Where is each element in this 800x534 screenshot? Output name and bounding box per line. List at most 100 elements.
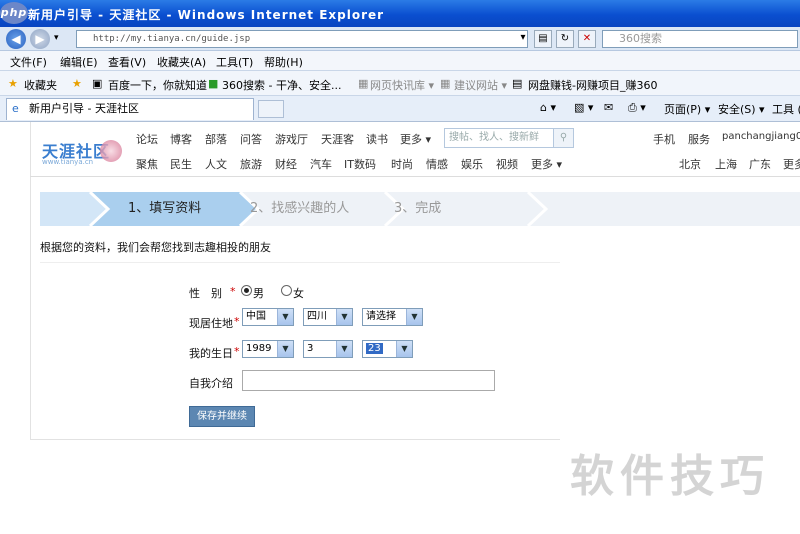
title-bar: php 新用户引导 - 天涯社区 - Windows Internet Expl… [0, 0, 800, 27]
gender-male-radio[interactable] [241, 285, 252, 296]
save-continue-button[interactable]: 保存并继续 [189, 406, 255, 427]
nav-video[interactable]: 视频 [496, 156, 518, 172]
step-2: 2、找感兴趣的人 [250, 201, 350, 216]
add-favorite-icon[interactable]: ★ [72, 77, 82, 90]
tools-menu[interactable]: 工具 (O) ▾ [772, 101, 800, 117]
address-dropdown-icon[interactable]: ▾ [514, 30, 532, 48]
tab-title: 新用户引导 - 天涯社区 [29, 102, 139, 115]
back-icon[interactable]: ◀ [6, 29, 26, 49]
nav-blog[interactable]: 博客 [170, 131, 192, 147]
residence-required: * [234, 315, 240, 328]
nav-more-2[interactable]: 更多 ▾ [531, 156, 562, 172]
menu-tools[interactable]: 工具(T) [216, 54, 253, 70]
forward-icon[interactable]: ▶ [30, 29, 50, 49]
intro-text: 根据您的资料，我们会帮您找到志趣相投的朋友 [40, 241, 271, 254]
favorites-label[interactable]: 收藏夹 [24, 77, 57, 93]
chevron-down-icon[interactable]: ▼ [336, 309, 352, 325]
nav-focus[interactable]: 聚焦 [136, 156, 158, 172]
nav-beijing[interactable]: 北京 [679, 156, 701, 172]
fav-item-baidu[interactable]: 百度一下，你就知道 [108, 77, 207, 93]
address-bar[interactable]: http://my.tianya.cn/guide.jsp [76, 30, 528, 48]
site-search-input[interactable]: 搜帖、找人、搜新鲜 ⚲ [444, 128, 574, 148]
safety-menu[interactable]: 安全(S) ▾ [718, 101, 765, 117]
nav-finance[interactable]: 财经 [275, 156, 297, 172]
nav-more[interactable]: 更多 ▾ [400, 131, 431, 147]
rss-icon[interactable]: ▧ ▾ [574, 101, 593, 114]
gender-female-radio[interactable] [281, 285, 292, 296]
username[interactable]: panchangjiang0 [722, 131, 800, 142]
search-icon[interactable]: ⚲ [553, 129, 573, 147]
step-3: 3、完成 [394, 201, 442, 216]
refresh-icon[interactable]: ↻ [556, 30, 574, 48]
chevron-down-icon[interactable]: ▼ [277, 341, 293, 357]
fav-item-webslice[interactable]: 网页快讯库 ▾ [370, 77, 434, 93]
gender-male-label[interactable]: 男 [253, 285, 264, 301]
compat-view-icon[interactable]: ▤ [534, 30, 552, 48]
nav-shanghai[interactable]: 上海 [715, 156, 737, 172]
nav-emotion[interactable]: 情感 [426, 156, 448, 172]
province-select[interactable]: 四川 ▼ [303, 308, 353, 326]
nav-books[interactable]: 读书 [366, 131, 388, 147]
php-logo-icon: php [0, 2, 28, 24]
birth-year-select[interactable]: 1989 ▼ [242, 340, 294, 358]
chevron-down-icon[interactable]: ▼ [277, 309, 293, 325]
menu-bar: 文件(F) 编辑(E) 查看(V) 收藏夹(A) 工具(T) 帮助(H) [0, 51, 800, 71]
province-value: 四川 [307, 311, 327, 322]
nav-tianyake[interactable]: 天涯客 [321, 131, 354, 147]
home-icon[interactable]: ⌂ ▾ [540, 101, 556, 114]
fav-item-360[interactable]: 360搜索 - 干净、安全... [222, 77, 341, 93]
menu-help[interactable]: 帮助(H) [264, 54, 303, 70]
gender-required: * [230, 285, 236, 298]
menu-favorites[interactable]: 收藏夹(A) [157, 54, 206, 70]
print-icon[interactable]: ⎙ ▾ [628, 101, 646, 115]
globe-icon [100, 140, 122, 162]
nav-service[interactable]: 服务 [688, 131, 710, 147]
nav-auto[interactable]: 汽车 [310, 156, 332, 172]
chevron-down-icon[interactable]: ▼ [406, 309, 422, 325]
nav-culture[interactable]: 人文 [205, 156, 227, 172]
nav-it[interactable]: IT数码 [344, 156, 376, 172]
nav-fashion[interactable]: 时尚 [391, 156, 413, 172]
gender-female-label[interactable]: 女 [293, 285, 304, 301]
page-menu[interactable]: 页面(P) ▾ [664, 101, 710, 117]
nav-entertainment[interactable]: 娱乐 [461, 156, 483, 172]
country-select[interactable]: 中国 ▼ [242, 308, 294, 326]
nav-travel[interactable]: 旅游 [240, 156, 262, 172]
step-1: 1、填写资料 [128, 201, 202, 216]
tab-active[interactable]: e 新用户引导 - 天涯社区 [6, 98, 254, 120]
nav-guangdong[interactable]: 广东 [749, 156, 771, 172]
city-select[interactable]: 请选择 ▼ [362, 308, 423, 326]
menu-view[interactable]: 查看(V) [108, 54, 146, 70]
new-tab-button[interactable] [258, 100, 284, 118]
menu-file[interactable]: 文件(F) [10, 54, 47, 70]
ie-icon: e [12, 102, 19, 115]
webslice-icon: ▦ [358, 77, 369, 90]
mail-icon[interactable]: ✉ [604, 101, 613, 114]
nav-more-regions[interactable]: 更多 [783, 156, 800, 172]
fav-item-wangpan[interactable]: 网盘赚钱-网赚项目_赚360 [528, 77, 657, 93]
fav-item-suggested[interactable]: 建议网站 ▾ [454, 77, 507, 93]
nav-tribe[interactable]: 部落 [205, 131, 227, 147]
site-logo[interactable]: 天涯社区 www.tianya.cn [42, 138, 122, 168]
page-content: 天涯社区 www.tianya.cn 论坛 博客 部落 问答 游戏厅 天涯客 读… [0, 122, 800, 534]
nav-qa[interactable]: 问答 [240, 131, 262, 147]
chevron-down-icon[interactable]: ▼ [396, 341, 412, 357]
birth-day-select[interactable]: 23 ▼ [362, 340, 413, 358]
nav-games[interactable]: 游戏厅 [275, 131, 308, 147]
nav-forum[interactable]: 论坛 [136, 131, 158, 147]
stop-icon[interactable]: ✕ [578, 30, 596, 48]
chevron-down-icon[interactable]: ▼ [336, 341, 352, 357]
address-row: ◀ ▶ ▾ http://my.tianya.cn/guide.jsp ▾ ▤ … [0, 27, 800, 51]
history-dropdown-icon[interactable]: ▾ [54, 33, 59, 43]
search-box[interactable]: 360搜索 [602, 30, 798, 48]
nav-livelihood[interactable]: 民生 [170, 156, 192, 172]
menu-edit[interactable]: 编辑(E) [60, 54, 98, 70]
birthday-required: * [234, 345, 240, 358]
suggested-icon: ▦ [440, 77, 451, 90]
page-icon: ▤ [512, 77, 523, 90]
nav-mobile[interactable]: 手机 [653, 131, 675, 147]
bio-input[interactable] [242, 370, 495, 391]
birth-month-select[interactable]: 3 ▼ [303, 340, 353, 358]
birth-day-value: 23 [366, 343, 383, 354]
baidu-icon: ▣ [92, 77, 103, 90]
